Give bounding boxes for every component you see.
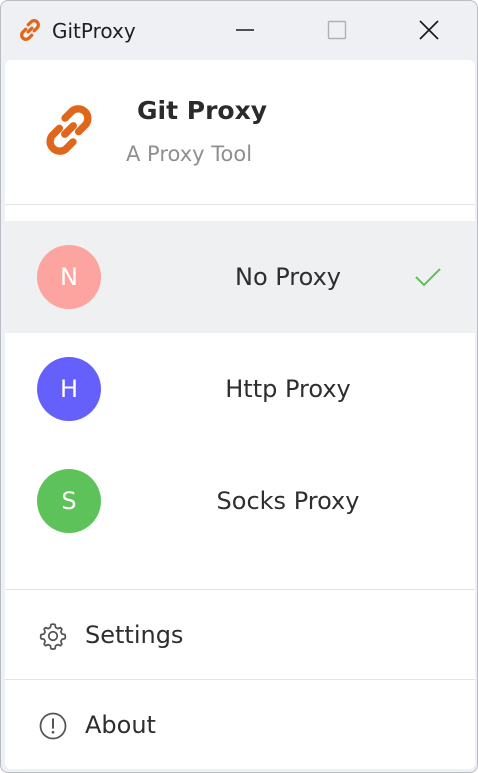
proxy-item-no-proxy[interactable]: N No Proxy [5,221,475,333]
app-header: Git Proxy A Proxy Tool [5,60,475,204]
check-icon [415,268,441,287]
proxy-label: Socks Proxy [216,487,360,515]
about-label: About [85,711,156,739]
divider [5,589,475,590]
title-bar[interactable]: GitProxy [1,1,477,59]
divider [5,679,475,680]
link-icon [46,105,92,155]
link-icon [20,19,40,41]
proxy-item-http-proxy[interactable]: H Http Proxy [5,333,475,445]
proxy-label: Http Proxy [225,375,351,403]
about-menu-item[interactable]: About [5,681,475,769]
window-title: GitProxy [52,19,136,43]
info-icon [39,712,67,740]
close-icon [419,20,439,40]
app-name: Git Proxy [137,96,267,125]
settings-menu-item[interactable]: Settings [5,591,475,679]
avatar: H [37,357,101,421]
avatar: S [37,469,101,533]
app-subtitle: A Proxy Tool [126,142,253,166]
main-card: Git Proxy A Proxy Tool N No Proxy H Http… [5,60,475,769]
maximize-button[interactable] [317,11,357,49]
close-button[interactable] [409,11,449,49]
settings-label: Settings [85,621,184,649]
avatar: N [37,245,101,309]
maximize-icon [327,20,347,40]
proxy-item-socks-proxy[interactable]: S Socks Proxy [5,445,475,557]
gear-icon [39,623,67,650]
divider [5,204,475,205]
minimize-icon [236,29,254,31]
app-window: GitProxy Git Proxy A Proxy Tool N No Pro… [0,0,478,773]
minimize-button[interactable] [225,11,265,49]
